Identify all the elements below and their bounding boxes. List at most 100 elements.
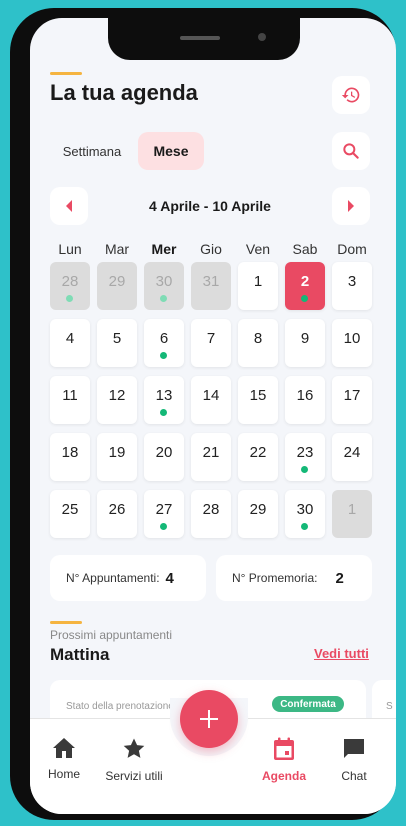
calendar-day[interactable]: 24 xyxy=(332,433,372,481)
calendar-day[interactable]: 19 xyxy=(97,433,137,481)
day-number: 31 xyxy=(202,273,220,290)
calendar-day[interactable]: 20 xyxy=(144,433,184,481)
calendar-day[interactable]: 10 xyxy=(332,319,372,367)
calendar-day[interactable]: 23 xyxy=(285,433,325,481)
camera xyxy=(258,33,266,41)
nav-label-services: Servizi utili xyxy=(105,769,163,783)
event-dot xyxy=(160,295,167,302)
calendar-day[interactable]: 15 xyxy=(238,376,278,424)
day-number: 13 xyxy=(155,387,173,404)
day-number: 18 xyxy=(61,444,79,461)
calendar-day[interactable]: 25 xyxy=(50,490,90,538)
reminders-value: 2 xyxy=(335,569,344,587)
calendar-day[interactable]: 18 xyxy=(50,433,90,481)
calendar-day[interactable]: 14 xyxy=(191,376,231,424)
reminders-count-card: N° Promemoria: 2 xyxy=(216,555,372,601)
day-number: 26 xyxy=(108,501,126,518)
day-number: 8 xyxy=(253,330,263,347)
day-number: 19 xyxy=(108,444,126,461)
calendar-day[interactable]: 28 xyxy=(50,262,90,310)
event-dot xyxy=(160,352,167,359)
day-number: 4 xyxy=(65,330,75,347)
next-card-label: S xyxy=(386,701,393,712)
day-number: 1 xyxy=(253,273,263,290)
calendar-day[interactable]: 7 xyxy=(191,319,231,367)
calendar-day[interactable]: 21 xyxy=(191,433,231,481)
day-number: 16 xyxy=(296,387,314,404)
search-icon xyxy=(343,143,359,159)
add-button[interactable] xyxy=(180,690,238,748)
calendar-day[interactable]: 1 xyxy=(238,262,278,310)
calendar-day[interactable]: 12 xyxy=(97,376,137,424)
see-all-link[interactable]: Vedi tutti xyxy=(314,646,369,661)
day-number: 28 xyxy=(61,273,79,290)
calendar-day[interactable]: 26 xyxy=(97,490,137,538)
day-number: 7 xyxy=(206,330,216,347)
next-week-button[interactable] xyxy=(332,187,370,225)
day-number: 3 xyxy=(347,273,357,290)
calendar-day[interactable]: 29 xyxy=(97,262,137,310)
calendar-day[interactable]: 16 xyxy=(285,376,325,424)
day-number: 1 xyxy=(347,501,357,518)
nav-item-agenda[interactable]: Agenda xyxy=(244,737,324,783)
day-number: 29 xyxy=(249,501,267,518)
calendar-day[interactable]: 3 xyxy=(332,262,372,310)
day-number: 12 xyxy=(108,387,126,404)
day-number: 21 xyxy=(202,444,220,461)
title-accent-line xyxy=(50,72,82,75)
calendar-day[interactable]: 29 xyxy=(238,490,278,538)
phone-notch xyxy=(108,18,300,60)
chat-icon xyxy=(344,739,364,758)
calendar-day-selected[interactable]: 2 xyxy=(285,262,325,310)
prev-week-button[interactable] xyxy=(50,187,88,225)
calendar-day[interactable]: 11 xyxy=(50,376,90,424)
nav-label-chat: Chat xyxy=(341,769,367,783)
calendar-day[interactable]: 8 xyxy=(238,319,278,367)
star-icon xyxy=(123,738,145,758)
calendar-day[interactable]: 31 xyxy=(191,262,231,310)
caret-right-icon xyxy=(348,200,354,212)
reminders-label: N° Promemoria: xyxy=(232,571,318,585)
calendar-icon xyxy=(274,737,294,760)
calendar-day[interactable]: 28 xyxy=(191,490,231,538)
calendar-day[interactable]: 17 xyxy=(332,376,372,424)
home-icon xyxy=(53,738,75,758)
day-number: 6 xyxy=(159,330,169,347)
page-title: La tua agenda xyxy=(50,80,198,105)
calendar-day[interactable]: 4 xyxy=(50,319,90,367)
calendar-day[interactable]: 6 xyxy=(144,319,184,367)
nav-item-services[interactable]: Servizi utili xyxy=(94,737,174,783)
day-number: 20 xyxy=(155,444,173,461)
calendar-day[interactable]: 30 xyxy=(144,262,184,310)
nav-label-home: Home xyxy=(47,767,80,781)
caret-left-icon xyxy=(66,200,72,212)
day-number: 29 xyxy=(108,273,126,290)
day-number: 5 xyxy=(112,330,122,347)
weekday-label: Ven xyxy=(245,241,271,257)
search-button[interactable] xyxy=(332,132,370,170)
appointments-value: 4 xyxy=(165,569,174,587)
plus-icon xyxy=(200,710,218,728)
day-number: 23 xyxy=(296,444,314,461)
upcoming-sub-label: Prossimi appuntamenti xyxy=(50,628,173,642)
history-button[interactable] xyxy=(332,76,370,114)
event-dot xyxy=(301,523,308,530)
tab-week[interactable]: Settimana xyxy=(50,132,134,170)
day-number: 27 xyxy=(155,501,173,518)
week-range-label: 4 Aprile - 10 Aprile xyxy=(149,198,271,214)
nav-item-chat[interactable]: Chat xyxy=(314,737,394,783)
calendar-day[interactable]: 27 xyxy=(144,490,184,538)
event-dot xyxy=(160,409,167,416)
calendar-day[interactable]: 30 xyxy=(285,490,325,538)
event-dot xyxy=(301,466,308,473)
calendar-day[interactable]: 9 xyxy=(285,319,325,367)
calendar-day[interactable]: 1 xyxy=(332,490,372,538)
calendar-day[interactable]: 5 xyxy=(97,319,137,367)
calendar-day[interactable]: 22 xyxy=(238,433,278,481)
nav-item-home[interactable]: Home xyxy=(30,737,104,781)
weekday-label: Lun xyxy=(58,241,82,257)
appointments-count-card: N° Appuntamenti: 4 xyxy=(50,555,206,601)
day-number: 17 xyxy=(343,387,361,404)
tab-month[interactable]: Mese xyxy=(138,132,204,170)
calendar-day[interactable]: 13 xyxy=(144,376,184,424)
